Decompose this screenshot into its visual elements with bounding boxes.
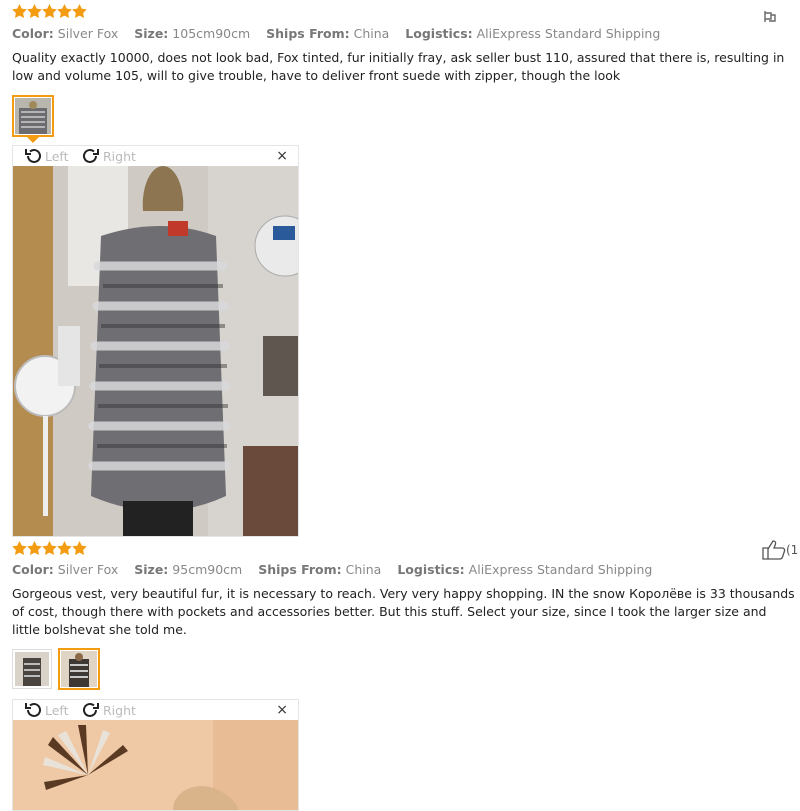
rotate-left-button[interactable]: Left <box>23 701 69 719</box>
rotate-right-label: Right <box>103 148 136 164</box>
rotate-right-icon <box>83 702 99 717</box>
rotate-right-button[interactable]: Right <box>81 701 136 719</box>
review-meta: Color: Silver Fox Size: 105cm90cm Ships … <box>12 26 672 41</box>
photo-viewer: Left Right × <box>12 145 299 537</box>
ships-from-label: Ships From: <box>266 26 350 41</box>
flag-icon[interactable] <box>763 8 776 27</box>
rotate-left-label: Left <box>45 148 69 164</box>
review-text: Gorgeous vest, very beautiful fur, it is… <box>12 586 795 637</box>
star-rating <box>12 541 87 555</box>
star-icon <box>42 541 57 555</box>
star-icon <box>72 4 87 18</box>
ships-from-label: Ships From: <box>258 562 342 577</box>
rotate-left-label: Left <box>45 702 69 718</box>
color-label: Color: <box>12 26 54 41</box>
star-icon <box>27 4 42 18</box>
rotate-right-icon <box>83 148 99 163</box>
star-rating <box>12 4 87 18</box>
ships-from-value: China <box>345 562 382 577</box>
viewer-toolbar: Left Right × <box>13 700 298 720</box>
review-photo-thumbnail[interactable] <box>58 648 100 690</box>
rotate-right-button[interactable]: Right <box>81 147 136 165</box>
review-photo <box>13 166 298 536</box>
logistics-value: AliExpress Standard Shipping <box>468 562 653 577</box>
ships-from-value: China <box>353 26 390 41</box>
rotate-left-icon <box>25 148 41 163</box>
rotate-left-button[interactable]: Left <box>23 147 69 165</box>
close-icon[interactable]: × <box>276 148 288 164</box>
review-photo-thumbnail[interactable] <box>12 95 54 137</box>
rotate-right-label: Right <box>103 702 136 718</box>
size-label: Size: <box>134 562 169 577</box>
review-photo-thumbnail[interactable] <box>12 649 52 689</box>
color-label: Color: <box>12 562 54 577</box>
helpful-button[interactable]: (1 <box>762 540 798 560</box>
color-value: Silver Fox <box>57 562 119 577</box>
logistics-value: AliExpress Standard Shipping <box>476 26 661 41</box>
star-icon <box>57 4 72 18</box>
review-meta: Color: Silver Fox Size: 95cm90cm Ships F… <box>12 562 664 577</box>
star-icon <box>72 541 87 555</box>
size-value: 105cm90cm <box>172 26 251 41</box>
star-icon <box>12 541 27 555</box>
close-icon[interactable]: × <box>276 702 288 718</box>
logistics-label: Logistics: <box>397 562 465 577</box>
thumbs-up-icon <box>762 540 786 560</box>
rotate-left-icon <box>25 702 41 717</box>
star-icon <box>42 4 57 18</box>
review-photo <box>13 720 298 810</box>
review-text: Quality exactly 10000, does not look bad… <box>12 50 785 83</box>
size-value: 95cm90cm <box>172 562 243 577</box>
star-icon <box>57 541 72 555</box>
helpful-count: (1 <box>786 543 799 557</box>
star-icon <box>12 4 27 18</box>
color-value: Silver Fox <box>57 26 119 41</box>
size-label: Size: <box>134 26 169 41</box>
photo-viewer: Left Right × <box>12 699 299 811</box>
thumbnail-pointer <box>27 137 39 143</box>
logistics-label: Logistics: <box>405 26 473 41</box>
star-icon <box>27 541 42 555</box>
viewer-toolbar: Left Right × <box>13 146 298 166</box>
